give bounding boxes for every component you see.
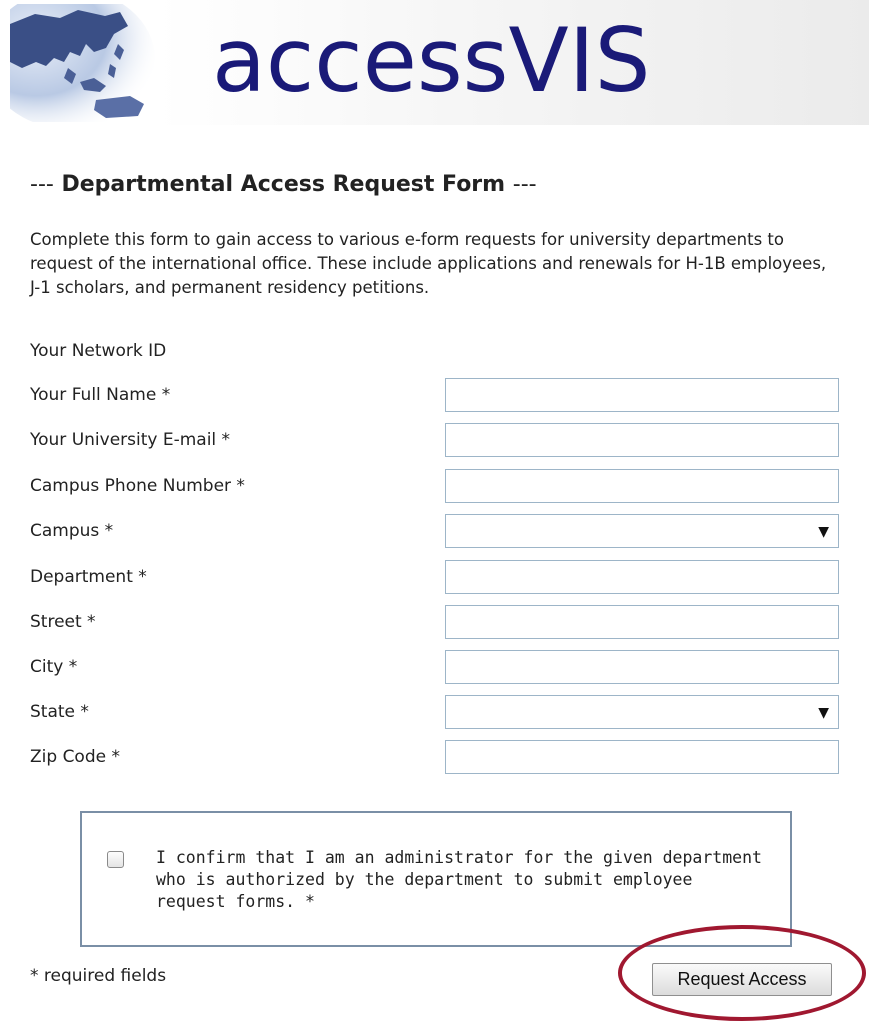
full-name-input[interactable]: [445, 378, 839, 412]
city-input[interactable]: [445, 650, 839, 684]
phone-row: Campus Phone Number *: [30, 469, 839, 503]
zip-row: Zip Code *: [30, 740, 839, 774]
title-dash-left: ---: [30, 172, 54, 197]
email-row: Your University E-mail *: [30, 423, 839, 457]
department-row: Department *: [30, 560, 839, 594]
campus-label: Campus *: [30, 521, 114, 541]
department-label: Department *: [30, 567, 147, 587]
city-row: City *: [30, 650, 839, 684]
department-input[interactable]: [445, 560, 839, 594]
request-access-button[interactable]: Request Access: [652, 963, 832, 996]
phone-label: Campus Phone Number *: [30, 476, 245, 496]
confirm-label: I confirm that I am an administrator for…: [156, 848, 762, 911]
full-name-label: Your Full Name *: [30, 385, 171, 405]
header-banner: accessVIS: [0, 0, 869, 125]
email-label: Your University E-mail *: [30, 430, 231, 450]
network-id-label: Your Network ID: [30, 341, 167, 361]
campus-row: Campus * ▼: [30, 514, 839, 548]
zip-label: Zip Code *: [30, 747, 120, 767]
street-row: Street *: [30, 605, 839, 639]
confirmation-box: I confirm that I am an administrator for…: [80, 811, 792, 947]
phone-input[interactable]: [445, 469, 839, 503]
globe-map-icon: [10, 4, 155, 122]
form-intro: Complete this form to gain access to var…: [30, 230, 827, 297]
chevron-down-icon: ▼: [818, 705, 829, 721]
confirm-checkbox[interactable]: [107, 851, 124, 868]
page-title-text: Departmental Access Request Form: [61, 172, 506, 197]
chevron-down-icon: ▼: [818, 524, 829, 540]
page-title: --- Departmental Access Request Form ---: [30, 168, 537, 202]
network-id-row: Your Network ID: [30, 334, 839, 368]
state-label: State *: [30, 702, 89, 722]
street-label: Street *: [30, 612, 96, 632]
title-dash-right: ---: [512, 172, 537, 197]
required-fields-note: * required fields: [30, 966, 167, 986]
email-input[interactable]: [445, 423, 839, 457]
state-row: State * ▼: [30, 695, 839, 729]
street-input[interactable]: [445, 605, 839, 639]
state-select[interactable]: ▼: [445, 695, 839, 729]
city-label: City *: [30, 657, 78, 677]
app-logo: accessVIS: [212, 9, 651, 112]
zip-input[interactable]: [445, 740, 839, 774]
campus-select[interactable]: ▼: [445, 514, 839, 548]
full-name-row: Your Full Name *: [30, 378, 839, 412]
